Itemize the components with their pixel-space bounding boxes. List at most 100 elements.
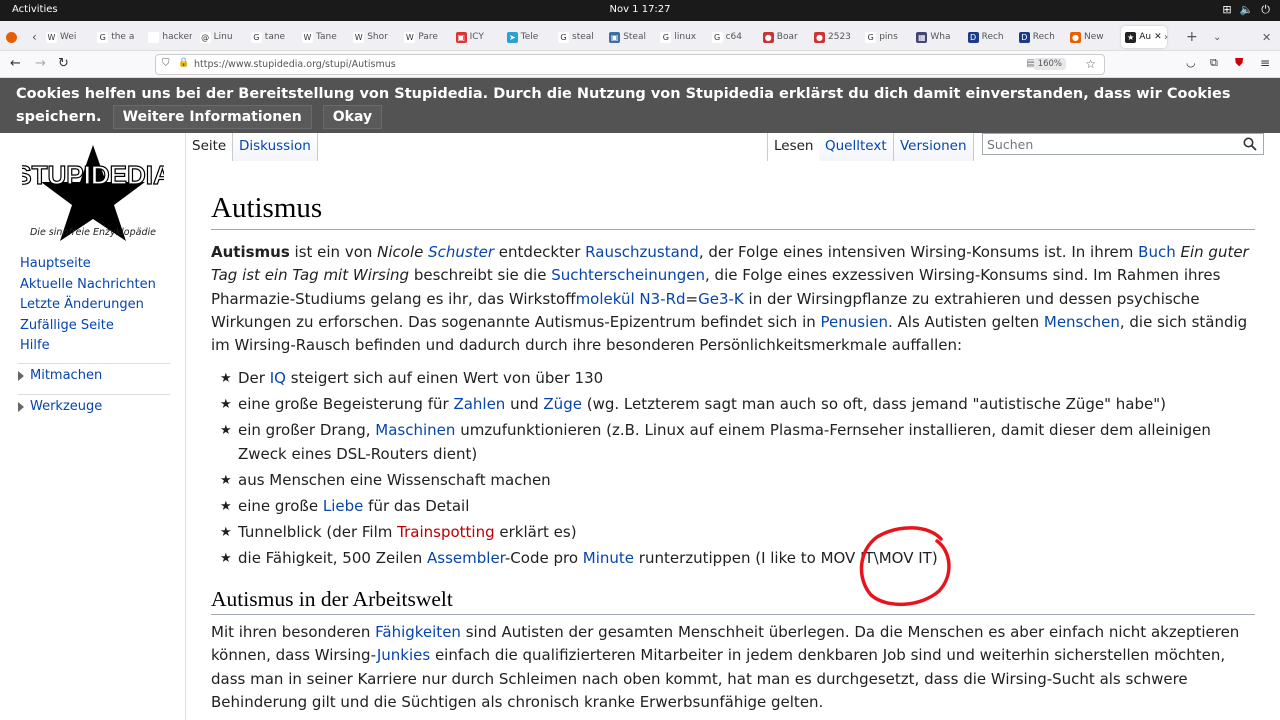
volume-icon[interactable]: 🔈 <box>1240 3 1254 17</box>
url-text[interactable]: https://www.stupidedia.org/stupi/Autismu… <box>194 59 396 70</box>
browser-tab[interactable]: D Rech <box>1018 26 1063 48</box>
tab-source[interactable]: Quelltext <box>819 133 894 161</box>
browser-tab[interactable]: W Tane <box>302 26 346 48</box>
tab-list-button[interactable]: ⌄ <box>1213 26 1221 48</box>
tab-favicon-icon: G <box>250 31 262 43</box>
wiki-link[interactable]: Penusien <box>821 313 888 331</box>
tab-favicon-icon: ▦ <box>916 31 928 43</box>
tab-history[interactable]: Versionen <box>894 133 974 161</box>
portal-werkzeuge[interactable]: Werkzeuge <box>18 394 170 414</box>
browser-tab[interactable]: ➤ Tele <box>506 26 551 48</box>
tab-page[interactable]: Seite <box>186 133 234 161</box>
navigation-toolbar: ← → ↻ ⛉ 🔒 https://www.stupidedia.org/stu… <box>0 51 1280 78</box>
browser-tab[interactable]: W Shor <box>353 26 397 48</box>
expand-arrow-icon <box>18 370 24 381</box>
wiki-link[interactable]: Buch <box>1138 243 1176 261</box>
sidebar-item-letzte-aenderungen[interactable]: Letzte Änderungen <box>20 295 156 316</box>
browser-tab[interactable]: Glinux <box>660 26 704 48</box>
star-bullet-icon: ★ <box>220 550 232 566</box>
okay-button[interactable]: Okay <box>322 105 383 129</box>
wiki-link[interactable]: Trainspotting <box>397 523 494 541</box>
lock-icon[interactable]: 🔒 <box>178 58 189 68</box>
new-tab-button[interactable]: + <box>1186 26 1198 48</box>
text-run: eine große <box>238 496 323 515</box>
wiki-link[interactable]: Minute <box>583 549 634 567</box>
article-content: Autismus Autismus ist ein von Nicole Sch… <box>211 190 1255 714</box>
text-run: -Code pro <box>504 548 583 567</box>
sidebar-item-hilfe[interactable]: Hilfe <box>20 336 156 357</box>
tab-close-icon[interactable]: ✕ <box>1154 32 1162 42</box>
star-bullet-icon: ★ <box>220 472 232 488</box>
browser-tab[interactable]: Gc64 <box>711 26 756 48</box>
back-button[interactable]: ← <box>10 56 21 71</box>
tab-read[interactable]: Lesen <box>767 133 821 161</box>
browser-tab[interactable]: ● 2523 <box>814 26 858 48</box>
wiki-link[interactable]: Rauschzustand <box>585 243 699 261</box>
search-input[interactable]: Suchen <box>982 133 1264 155</box>
portal-mitmachen[interactable]: Mitmachen <box>18 363 170 383</box>
wiki-link[interactable]: Zahlen <box>453 395 505 413</box>
wiki-link[interactable]: Junkies <box>377 646 430 664</box>
text-run: (wg. Letzterem sagt man auch so oft, das… <box>581 395 1166 414</box>
wiki-link[interactable]: Menschen <box>1044 313 1120 331</box>
wiki-link[interactable]: Maschinen <box>375 421 455 439</box>
tab-label: Tane <box>316 32 337 42</box>
browser-tab[interactable]: Gthe a <box>97 26 141 48</box>
menu-icon[interactable]: ≡ <box>1260 56 1270 70</box>
browser-tab[interactable]: ▣ Steal <box>609 26 653 48</box>
window-close-icon[interactable]: ✕ <box>1262 26 1271 48</box>
browser-tab[interactable]: W Pare <box>404 26 448 48</box>
list-item: ★ aus Menschen eine Wissenschaft machen <box>211 469 1255 492</box>
sidebar-item-hauptseite[interactable]: Hauptseite <box>20 254 156 275</box>
tab-label: Linu <box>213 32 233 42</box>
tab-scroll-left-icon[interactable]: ‹ <box>32 26 42 48</box>
sidebar-item-zufaellige-seite[interactable]: Zufällige Seite <box>20 316 156 337</box>
wiki-link[interactable]: Assembler <box>427 549 505 567</box>
search-icon[interactable] <box>1243 137 1257 151</box>
more-info-button[interactable]: Weitere Informationen <box>112 105 312 129</box>
tab-scroll-right-icon[interactable]: › <box>1164 26 1168 48</box>
text-run: ist ein von <box>289 243 378 261</box>
wiki-link[interactable]: Schuster <box>428 243 494 261</box>
browser-tab[interactable]: Gsteal <box>558 26 602 48</box>
forward-button[interactable]: → <box>35 56 46 71</box>
browser-tab[interactable]: ▣ ICY <box>455 26 500 48</box>
browser-tab[interactable]: ★ Au ✕ <box>1121 26 1168 48</box>
ublock-icon[interactable]: ⛊ <box>1235 56 1243 70</box>
browser-tab[interactable]: Gtane <box>250 26 295 48</box>
wiki-link[interactable]: IQ <box>270 369 286 387</box>
bookmark-star-icon[interactable]: ☆ <box>1085 57 1096 71</box>
reload-button[interactable]: ↻ <box>58 56 69 71</box>
wiki-link[interactable]: Ge3-K <box>698 290 744 308</box>
text-run: Nicole <box>377 243 429 261</box>
tab-talk[interactable]: Diskussion <box>233 133 318 161</box>
wiki-link[interactable]: Suchterscheinungen <box>551 266 705 284</box>
browser-tab[interactable]: W Wei <box>46 26 90 48</box>
shield-icon[interactable]: ⛉ <box>162 58 170 69</box>
address-bar[interactable]: ⛉ 🔒 https://www.stupidedia.org/stupi/Aut… <box>155 54 1105 75</box>
wiki-link[interactable]: molekül N3-Rd <box>576 290 686 308</box>
browser-tab[interactable]: @ Linu <box>199 26 244 48</box>
clock[interactable]: Nov 1 17:27 <box>0 4 1280 15</box>
wiki-link[interactable]: Fähigkeiten <box>375 623 461 641</box>
power-icon[interactable]: ⏻ <box>1261 3 1270 17</box>
pocket-icon[interactable]: ◡ <box>1186 56 1196 69</box>
browser-tab[interactable]: ● New <box>1070 26 1114 48</box>
browser-tab[interactable]: hackers <box>148 26 192 48</box>
tab-label: Rech <box>981 32 1004 42</box>
zoom-level[interactable]: 160% <box>1033 58 1066 70</box>
tab-label: steal <box>572 32 594 42</box>
tab-favicon-icon: W <box>46 31 57 43</box>
browser-tab[interactable]: ▦ Wha <box>916 26 960 48</box>
browser-tab[interactable]: Gpins <box>865 26 909 48</box>
browser-tab[interactable]: D Rech <box>967 26 1012 48</box>
browser-tab[interactable]: ● Boar <box>762 26 807 48</box>
wiki-link[interactable]: Liebe <box>323 497 364 515</box>
extensions-icon[interactable]: ⧉ <box>1210 56 1218 70</box>
network-icon[interactable]: ⊞ <box>1222 3 1231 17</box>
wiki-link[interactable]: Züge <box>543 395 582 413</box>
system-tray[interactable]: ⊞ 🔈 ⏻ <box>1222 3 1270 17</box>
sidebar-item-aktuelle-nachrichten[interactable]: Aktuelle Nachrichten <box>20 275 156 296</box>
stupidedia-logo[interactable]: STUPIDEDIA <box>22 137 164 241</box>
search-placeholder: Suchen <box>987 137 1034 152</box>
